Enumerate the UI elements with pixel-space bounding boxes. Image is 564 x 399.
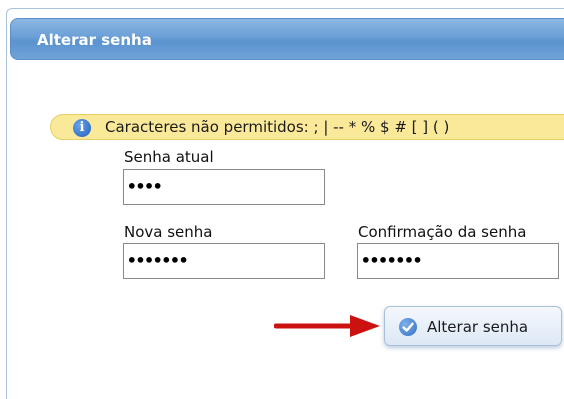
red-arrow-icon	[274, 315, 380, 337]
current-password-input[interactable]: ••••	[123, 169, 325, 205]
notice-text: Caracteres não permitidos: ; | -- * % $ …	[105, 118, 450, 136]
confirm-password-input[interactable]: •••••••	[357, 243, 559, 279]
new-password-input[interactable]: •••••••	[123, 243, 325, 279]
confirm-password-label: Confirmação da senha	[358, 223, 527, 241]
new-password-label: Nova senha	[124, 223, 213, 241]
forbidden-characters-notice: i Caracteres não permitidos: ; | -- * % …	[50, 114, 564, 140]
dialog-title-bar: Alterar senha	[10, 18, 564, 60]
current-password-label: Senha atual	[124, 148, 214, 166]
change-password-button-label: Alterar senha	[427, 318, 529, 336]
info-icon: i	[73, 119, 91, 137]
dialog-title: Alterar senha	[37, 31, 152, 49]
check-circle-icon	[399, 318, 417, 336]
change-password-button[interactable]: Alterar senha	[384, 306, 562, 346]
